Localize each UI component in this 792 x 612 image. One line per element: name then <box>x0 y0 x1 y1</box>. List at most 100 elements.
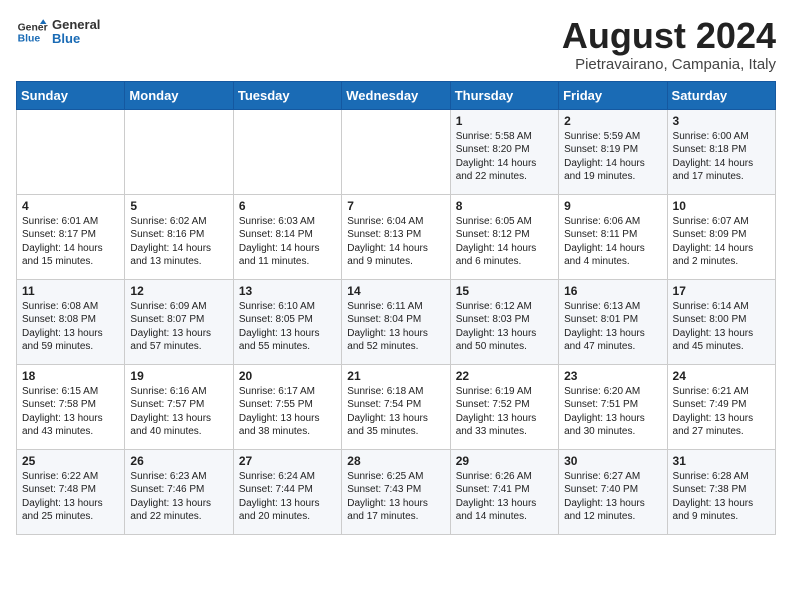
cell-content: Sunrise: 6:20 AM Sunset: 7:51 PM Dayligh… <box>564 385 661 439</box>
svg-text:Blue: Blue <box>18 34 41 45</box>
cell-content: Sunrise: 6:10 AM Sunset: 8:05 PM Dayligh… <box>239 300 336 354</box>
cell-content: Sunrise: 6:02 AM Sunset: 8:16 PM Dayligh… <box>130 215 227 269</box>
calendar-cell: 16 Sunrise: 6:13 AM Sunset: 8:01 PM Dayli… <box>559 279 667 364</box>
calendar-week-row: 11 Sunrise: 6:08 AM Sunset: 8:08 PM Dayli… <box>17 279 776 364</box>
day-number: 15 <box>456 284 553 298</box>
day-number: 14 <box>347 284 444 298</box>
cell-content: Sunrise: 6:18 AM Sunset: 7:54 PM Dayligh… <box>347 385 444 439</box>
day-number: 11 <box>22 284 119 298</box>
calendar-cell: 23 Sunrise: 6:20 AM Sunset: 7:51 PM Dayli… <box>559 364 667 449</box>
day-number: 7 <box>347 199 444 213</box>
day-number: 19 <box>130 369 227 383</box>
cell-content: Sunrise: 6:04 AM Sunset: 8:13 PM Dayligh… <box>347 215 444 269</box>
cell-content: Sunrise: 5:58 AM Sunset: 8:20 PM Dayligh… <box>456 130 553 184</box>
weekday-header-monday: Monday <box>125 81 233 109</box>
calendar-cell: 19Sunrise: 6:16 AM Sunset: 7:57 PM Dayli… <box>125 364 233 449</box>
calendar-cell: 6 Sunrise: 6:03 AM Sunset: 8:14 PM Daylig… <box>233 194 341 279</box>
day-number: 21 <box>347 369 444 383</box>
cell-content: Sunrise: 6:22 AM Sunset: 7:48 PM Dayligh… <box>22 470 119 524</box>
calendar-cell: 22 Sunrise: 6:19 AM Sunset: 7:52 PM Dayli… <box>450 364 558 449</box>
calendar-cell: 31 Sunrise: 6:28 AM Sunset: 7:38 PM Dayli… <box>667 449 775 534</box>
day-number: 9 <box>564 199 661 213</box>
cell-content: Sunrise: 6:11 AM Sunset: 8:04 PM Dayligh… <box>347 300 444 354</box>
calendar-cell: 9 Sunrise: 6:06 AM Sunset: 8:11 PM Daylig… <box>559 194 667 279</box>
day-number: 3 <box>673 114 770 128</box>
day-number: 20 <box>239 369 336 383</box>
weekday-header-wednesday: Wednesday <box>342 81 450 109</box>
calendar-cell: 20 Sunrise: 6:17 AM Sunset: 7:55 PM Dayli… <box>233 364 341 449</box>
calendar-cell: 18Sunrise: 6:15 AM Sunset: 7:58 PM Dayli… <box>17 364 125 449</box>
calendar-cell: 30 Sunrise: 6:27 AM Sunset: 7:40 PM Dayli… <box>559 449 667 534</box>
day-number: 28 <box>347 454 444 468</box>
calendar-cell: 21 Sunrise: 6:18 AM Sunset: 7:54 PM Dayli… <box>342 364 450 449</box>
cell-content: Sunrise: 6:12 AM Sunset: 8:03 PM Dayligh… <box>456 300 553 354</box>
day-number: 1 <box>456 114 553 128</box>
weekday-header-row: SundayMondayTuesdayWednesdayThursdayFrid… <box>17 81 776 109</box>
cell-content: Sunrise: 6:00 AM Sunset: 8:18 PM Dayligh… <box>673 130 770 184</box>
calendar-week-row: 4 Sunrise: 6:01 AM Sunset: 8:17 PM Daylig… <box>17 194 776 279</box>
calendar-cell: 26Sunrise: 6:23 AM Sunset: 7:46 PM Dayli… <box>125 449 233 534</box>
calendar-week-row: 18Sunrise: 6:15 AM Sunset: 7:58 PM Dayli… <box>17 364 776 449</box>
day-number: 6 <box>239 199 336 213</box>
weekday-header-saturday: Saturday <box>667 81 775 109</box>
cell-content: Sunrise: 6:17 AM Sunset: 7:55 PM Dayligh… <box>239 385 336 439</box>
day-number: 4 <box>22 199 119 213</box>
weekday-header-thursday: Thursday <box>450 81 558 109</box>
calendar-cell: 14 Sunrise: 6:11 AM Sunset: 8:04 PM Dayli… <box>342 279 450 364</box>
cell-content: Sunrise: 6:08 AM Sunset: 8:08 PM Dayligh… <box>22 300 119 354</box>
calendar-cell: 3 Sunrise: 6:00 AM Sunset: 8:18 PM Daylig… <box>667 109 775 194</box>
day-number: 24 <box>673 369 770 383</box>
logo: General Blue General Blue <box>16 16 100 48</box>
title-block: August 2024 Pietravairano, Campania, Ita… <box>562 16 776 73</box>
day-number: 18 <box>22 369 119 383</box>
calendar-cell: 12 Sunrise: 6:09 AM Sunset: 8:07 PM Dayli… <box>125 279 233 364</box>
day-number: 30 <box>564 454 661 468</box>
calendar-cell: 17Sunrise: 6:14 AM Sunset: 8:00 PM Dayli… <box>667 279 775 364</box>
calendar-cell <box>17 109 125 194</box>
calendar-cell: 7 Sunrise: 6:04 AM Sunset: 8:13 PM Daylig… <box>342 194 450 279</box>
calendar-cell: 10 Sunrise: 6:07 AM Sunset: 8:09 PM Dayli… <box>667 194 775 279</box>
weekday-header-friday: Friday <box>559 81 667 109</box>
cell-content: Sunrise: 6:21 AM Sunset: 7:49 PM Dayligh… <box>673 385 770 439</box>
day-number: 10 <box>673 199 770 213</box>
cell-content: Sunrise: 6:01 AM Sunset: 8:17 PM Dayligh… <box>22 215 119 269</box>
cell-content: Sunrise: 6:24 AM Sunset: 7:44 PM Dayligh… <box>239 470 336 524</box>
logo-text-general: General <box>52 18 100 32</box>
calendar-cell: 4 Sunrise: 6:01 AM Sunset: 8:17 PM Daylig… <box>17 194 125 279</box>
day-number: 25 <box>22 454 119 468</box>
cell-content: Sunrise: 6:09 AM Sunset: 8:07 PM Dayligh… <box>130 300 227 354</box>
day-number: 16 <box>564 284 661 298</box>
cell-content: Sunrise: 6:27 AM Sunset: 7:40 PM Dayligh… <box>564 470 661 524</box>
logo-text-blue: Blue <box>52 32 100 46</box>
calendar-week-row: 1 Sunrise: 5:58 AM Sunset: 8:20 PM Daylig… <box>17 109 776 194</box>
day-number: 8 <box>456 199 553 213</box>
day-number: 23 <box>564 369 661 383</box>
calendar-cell: 24 Sunrise: 6:21 AM Sunset: 7:49 PM Dayli… <box>667 364 775 449</box>
day-number: 5 <box>130 199 227 213</box>
calendar-cell: 8Sunrise: 6:05 AM Sunset: 8:12 PM Daylig… <box>450 194 558 279</box>
calendar-table: SundayMondayTuesdayWednesdayThursdayFrid… <box>16 81 776 535</box>
day-number: 22 <box>456 369 553 383</box>
calendar-cell: 28Sunrise: 6:25 AM Sunset: 7:43 PM Dayli… <box>342 449 450 534</box>
cell-content: Sunrise: 5:59 AM Sunset: 8:19 PM Dayligh… <box>564 130 661 184</box>
cell-content: Sunrise: 6:13 AM Sunset: 8:01 PM Dayligh… <box>564 300 661 354</box>
calendar-cell: 29Sunrise: 6:26 AM Sunset: 7:41 PM Dayli… <box>450 449 558 534</box>
cell-content: Sunrise: 6:06 AM Sunset: 8:11 PM Dayligh… <box>564 215 661 269</box>
cell-content: Sunrise: 6:03 AM Sunset: 8:14 PM Dayligh… <box>239 215 336 269</box>
calendar-cell: 25 Sunrise: 6:22 AM Sunset: 7:48 PM Dayli… <box>17 449 125 534</box>
calendar-cell: 5 Sunrise: 6:02 AM Sunset: 8:16 PM Daylig… <box>125 194 233 279</box>
cell-content: Sunrise: 6:19 AM Sunset: 7:52 PM Dayligh… <box>456 385 553 439</box>
calendar-cell: 15 Sunrise: 6:12 AM Sunset: 8:03 PM Dayli… <box>450 279 558 364</box>
cell-content: Sunrise: 6:28 AM Sunset: 7:38 PM Dayligh… <box>673 470 770 524</box>
location: Pietravairano, Campania, Italy <box>562 56 776 73</box>
day-number: 26 <box>130 454 227 468</box>
calendar-cell <box>233 109 341 194</box>
day-number: 12 <box>130 284 227 298</box>
cell-content: Sunrise: 6:07 AM Sunset: 8:09 PM Dayligh… <box>673 215 770 269</box>
day-number: 31 <box>673 454 770 468</box>
calendar-week-row: 25 Sunrise: 6:22 AM Sunset: 7:48 PM Dayli… <box>17 449 776 534</box>
day-number: 27 <box>239 454 336 468</box>
day-number: 2 <box>564 114 661 128</box>
cell-content: Sunrise: 6:26 AM Sunset: 7:41 PM Dayligh… <box>456 470 553 524</box>
day-number: 17 <box>673 284 770 298</box>
